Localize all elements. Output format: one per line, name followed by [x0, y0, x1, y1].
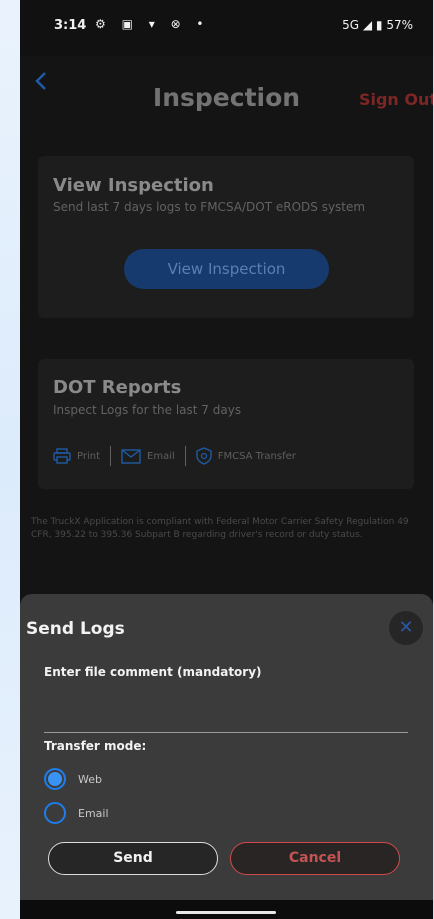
transfer-mode-label: Transfer mode: [44, 739, 147, 753]
status-right: 5G ◢ ▮ 57% [342, 18, 413, 32]
close-button[interactable]: ✕ [389, 611, 423, 645]
cancel-button[interactable]: Cancel [230, 842, 400, 875]
view-inspection-card: View Inspection Send last 7 days logs to… [38, 156, 414, 318]
view-inspection-subtitle: Send last 7 days logs to FMCSA/DOT eRODS… [53, 200, 366, 214]
navigation-bar [20, 900, 433, 919]
dot-reports-subtitle: Inspect Logs for the last 7 days [53, 403, 242, 417]
print-label: Print [77, 450, 101, 462]
view-inspection-title: View Inspection [53, 175, 214, 196]
radio-email-label: Email [78, 806, 109, 820]
status-time: 3:14 [54, 18, 87, 33]
comment-label: Enter file comment (mandatory) [44, 665, 262, 679]
view-inspection-button[interactable]: View Inspection [124, 249, 329, 289]
notification-icons: ⚙ ▣ ▾ ⊗ • [95, 17, 210, 31]
print-action[interactable]: Print [53, 448, 100, 464]
radio-email-button[interactable] [44, 802, 66, 824]
status-bar: 3:14 ⚙ ▣ ▾ ⊗ • 5G ◢ ▮ 57% [20, 0, 433, 56]
sheet-title: Send Logs [26, 619, 125, 639]
compliance-text: The TruckX Application is compliant with… [31, 517, 409, 540]
home-indicator[interactable] [176, 911, 276, 914]
radio-web-button[interactable] [44, 768, 66, 790]
dot-reports-actions: Print Email FMCSA Transfer [53, 445, 296, 467]
send-logs-sheet: Send Logs ✕ Enter file comment (mandator… [20, 594, 433, 900]
fmcsa-transfer-action[interactable]: FMCSA Transfer [196, 447, 296, 465]
printer-icon [53, 448, 71, 464]
dot-reports-card: DOT Reports Inspect Logs for the last 7 … [38, 359, 414, 489]
send-button[interactable]: Send [48, 842, 218, 875]
close-icon: ✕ [398, 617, 414, 638]
fmcsa-transfer-label: FMCSA Transfer [217, 450, 296, 462]
divider [184, 446, 186, 466]
shield-icon [196, 447, 212, 465]
email-label: Email [147, 450, 175, 462]
divider [110, 446, 112, 466]
phone-screen: 3:14 ⚙ ▣ ▾ ⊗ • 5G ◢ ▮ 57% Inspection Sig… [20, 0, 433, 919]
sign-out-button[interactable]: Sign Out [359, 90, 433, 109]
radio-email[interactable]: Email [44, 802, 109, 824]
comment-input[interactable] [44, 694, 408, 733]
email-action[interactable]: Email [121, 448, 175, 464]
radio-web-label: Web [78, 772, 102, 786]
envelope-icon [121, 448, 141, 464]
dot-reports-title: DOT Reports [53, 377, 182, 398]
radio-web[interactable]: Web [44, 768, 102, 790]
